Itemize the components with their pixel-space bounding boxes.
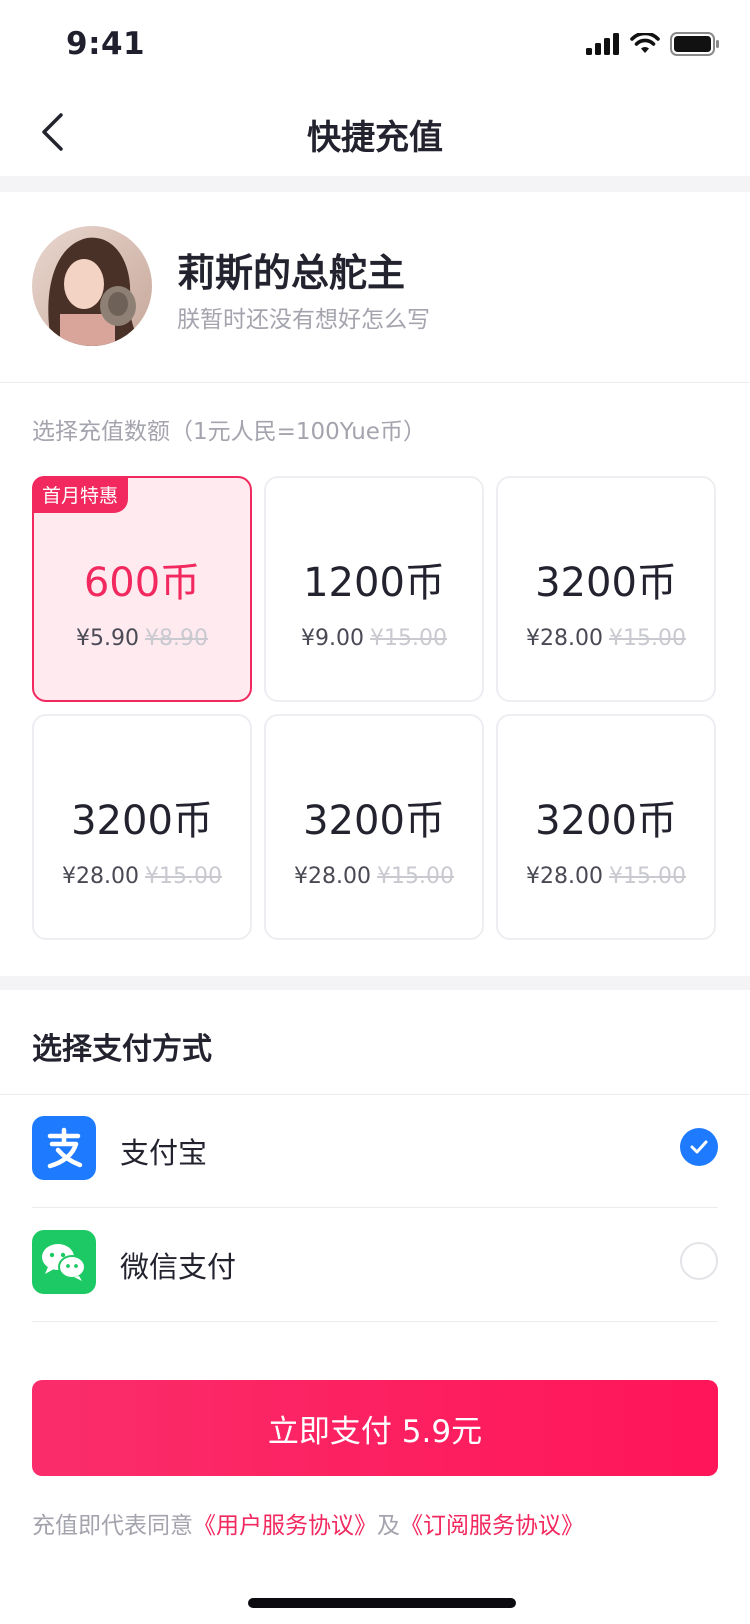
payment-label: 微信支付	[120, 1250, 237, 1284]
package-price-row: ¥28.00 ¥15.00	[266, 864, 482, 889]
package-price-row: ¥9.00 ¥15.00	[266, 626, 482, 651]
package-coins: 3200币	[303, 798, 445, 844]
package-price: ¥28.00	[62, 864, 139, 889]
battery-icon	[670, 32, 719, 56]
divider	[0, 1094, 750, 1095]
package-original-price: ¥15.00	[609, 864, 686, 889]
subscription-agreement-link[interactable]: 《订阅服务协议》	[400, 1513, 584, 1539]
package-coins: 3200币	[71, 798, 213, 844]
agreement-text: 充值即代表同意《用户服务协议》及《订阅服务协议》	[32, 1506, 584, 1540]
package-card[interactable]: 3200币 ¥28.00 ¥15.00	[32, 714, 252, 940]
divider	[32, 1321, 718, 1322]
nav-bar: 快捷充值	[0, 88, 750, 176]
page-title: 快捷充值	[307, 118, 443, 158]
package-original-price: ¥15.00	[370, 626, 447, 651]
package-card[interactable]: 3200币 ¥28.00 ¥15.00	[264, 714, 484, 940]
divider	[32, 1207, 718, 1208]
user-name: 莉斯的总舵主	[177, 251, 406, 295]
avatar	[32, 226, 152, 346]
wechat-icon	[32, 1230, 96, 1294]
package-card[interactable]: 1200币 ¥9.00 ¥15.00	[264, 476, 484, 702]
package-price-row: ¥28.00 ¥15.00	[498, 626, 714, 651]
home-indicator	[248, 1598, 516, 1608]
package-original-price: ¥15.00	[377, 864, 454, 889]
status-icons	[586, 32, 720, 56]
pay-now-button[interactable]: 立即支付 5.9元	[32, 1380, 718, 1476]
section-divider	[0, 176, 750, 192]
radio-unchecked[interactable]	[680, 1242, 718, 1280]
package-card[interactable]: 3200币 ¥28.00 ¥15.00	[496, 714, 716, 940]
package-price: ¥5.90	[76, 626, 139, 651]
package-card[interactable]: 首月特惠 600币 ¥5.90 ¥8.90	[32, 476, 252, 702]
package-price-row: ¥28.00 ¥15.00	[498, 864, 714, 889]
promo-badge: 首月特惠	[32, 476, 129, 513]
payment-option-alipay[interactable]: 支付宝	[32, 1096, 718, 1208]
package-coins: 1200币	[303, 560, 445, 606]
signal-icon	[586, 33, 619, 55]
radio-checked[interactable]	[680, 1128, 718, 1166]
user-service-agreement-link[interactable]: 《用户服务协议》	[193, 1513, 377, 1539]
wifi-icon	[630, 33, 660, 53]
package-original-price: ¥15.00	[609, 626, 686, 651]
agreement-prefix: 充值即代表同意	[32, 1513, 193, 1539]
package-price-row: ¥5.90 ¥8.90	[34, 626, 250, 651]
package-coins: 3200币	[535, 560, 677, 606]
package-original-price: ¥8.90	[145, 626, 208, 651]
package-price: ¥28.00	[526, 626, 603, 651]
user-motto: 朕暂时还没有想好怎么写	[177, 307, 430, 333]
check-icon	[690, 1140, 708, 1154]
alipay-icon	[32, 1116, 96, 1180]
payment-option-wechat[interactable]: 微信支付	[32, 1210, 718, 1322]
package-coins: 3200币	[535, 798, 677, 844]
amount-hint: 选择充值数额（1元人民=100Yue币）	[32, 419, 426, 445]
package-card[interactable]: 3200币 ¥28.00 ¥15.00	[496, 476, 716, 702]
status-bar: 9:41	[0, 0, 750, 88]
section-divider	[0, 976, 750, 990]
package-price: ¥28.00	[526, 864, 603, 889]
user-profile: 莉斯的总舵主 朕暂时还没有想好怎么写	[0, 192, 750, 383]
package-grid: 首月特惠 600币 ¥5.90 ¥8.90 1200币 ¥9.00 ¥15.00 3…	[32, 476, 718, 940]
payment-label: 支付宝	[120, 1136, 208, 1170]
status-time: 9:41	[66, 26, 146, 62]
package-original-price: ¥15.00	[145, 864, 222, 889]
package-price-row: ¥28.00 ¥15.00	[34, 864, 250, 889]
agreement-middle: 及	[377, 1513, 400, 1539]
payment-section-title: 选择支付方式	[32, 1032, 212, 1067]
package-coins: 600币	[83, 560, 201, 606]
package-price: ¥9.00	[301, 626, 364, 651]
package-price: ¥28.00	[294, 864, 371, 889]
